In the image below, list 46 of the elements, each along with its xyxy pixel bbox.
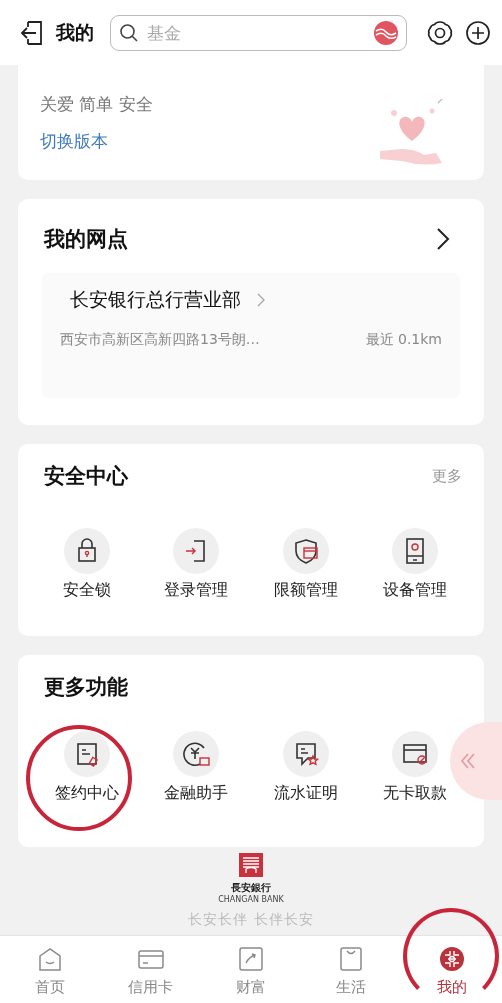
add-icon[interactable] <box>465 19 491 46</box>
device-icon <box>392 528 439 574</box>
document-icon <box>63 731 110 777</box>
emblem-icon <box>438 946 465 972</box>
branch-distance: 最近 0.1km <box>365 331 442 349</box>
tab[interactable]: 首页 <box>10 946 91 997</box>
home-icon <box>37 946 64 972</box>
search-icon <box>119 22 139 43</box>
branch-address: 西安市高新区高新四路13号朗… <box>60 331 260 349</box>
feature-item[interactable]: 金融助手 <box>164 731 229 804</box>
chevron-icon[interactable] <box>436 227 450 251</box>
login-icon <box>173 528 220 574</box>
chart-icon <box>237 946 264 972</box>
feature-item[interactable]: 流水证明 <box>273 731 338 804</box>
yuan-icon <box>173 731 220 777</box>
bag-icon <box>338 946 365 972</box>
shield-card-icon <box>282 528 329 574</box>
tab[interactable]: 我的 <box>411 946 492 997</box>
tab[interactable]: 信用卡 <box>110 946 191 997</box>
section-title: 更多功能 <box>44 674 128 701</box>
feature-item[interactable]: 设备管理 <box>383 528 448 601</box>
lock-icon <box>63 528 110 574</box>
feature-item[interactable]: 无卡取款 <box>383 731 448 804</box>
chevron-icon <box>257 293 265 307</box>
logo-subtext: CHANGAN BANK <box>218 895 284 904</box>
branch-panel[interactable]: 长安银行总行营业部 西安市高新区高新四路13号朗… 最近 0.1km <box>42 273 460 398</box>
feature-item[interactable]: 签约中心 <box>54 731 119 804</box>
search-input[interactable]: 基金 <box>145 21 368 44</box>
bank-logo-icon <box>239 853 263 877</box>
tab[interactable]: 财富 <box>210 946 291 997</box>
card-icon <box>392 731 439 777</box>
settings-icon[interactable] <box>427 19 453 46</box>
logo-text: 長安銀行 <box>231 881 271 895</box>
search-field[interactable]: 基金 <box>110 14 407 51</box>
switch-version-link[interactable]: 切换版本 <box>40 130 153 153</box>
feature-item[interactable]: 安全锁 <box>62 528 111 601</box>
section-title: 我的网点 <box>44 226 128 253</box>
tab[interactable]: 生活 <box>311 946 392 997</box>
branch-name: 长安银行总行营业部 <box>70 287 241 312</box>
voice-ball-icon <box>374 20 398 45</box>
page-title: 我的 <box>56 19 94 45</box>
feature-item[interactable]: 限额管理 <box>273 528 338 601</box>
exit-icon[interactable] <box>20 19 44 46</box>
section-title: 安全中心 <box>44 463 128 490</box>
tagline: 关爱 简单 安全 <box>40 93 153 116</box>
feature-item[interactable]: 登录管理 <box>164 528 229 601</box>
